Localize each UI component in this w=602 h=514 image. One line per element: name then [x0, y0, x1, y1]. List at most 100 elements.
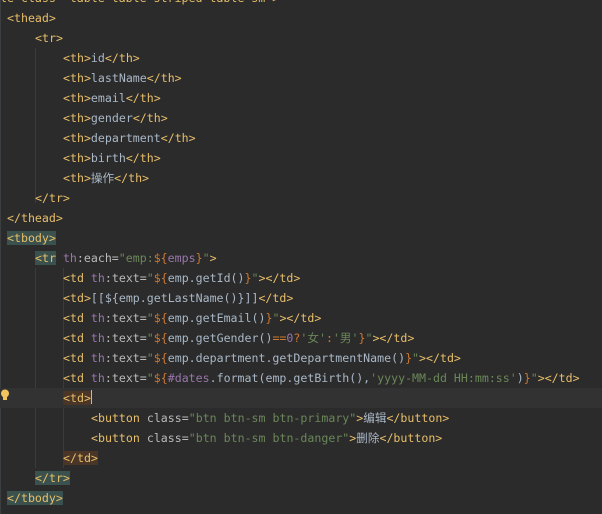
code-line[interactable]: <tr> — [0, 28, 63, 48]
code-token: </thead> — [7, 211, 63, 225]
code-token: " — [146, 271, 154, 285]
code-line[interactable]: <button class="btn btn-sm btn-danger">删除… — [0, 428, 442, 448]
code-token: </th> — [114, 171, 150, 185]
code-token: #dates — [167, 371, 210, 385]
code-token: " — [530, 371, 538, 385]
code-token: ) — [516, 371, 524, 385]
code-token: 'yyyy-MM-dd HH:mm:ss' — [370, 371, 517, 385]
code-token: </th> — [104, 51, 140, 65]
code-token: <tr> — [35, 31, 63, 45]
code-token: class= — [146, 431, 189, 445]
text-caret — [90, 390, 92, 404]
code-token: </button> — [386, 411, 450, 425]
code-line[interactable]: le class="table table-striped table-sm"> — [0, 0, 279, 8]
code-line[interactable]: </tr> — [0, 188, 70, 208]
code-line[interactable]: <td> — [0, 388, 602, 408]
code-token: <th> — [63, 71, 91, 85]
code-line[interactable]: <td th:text="${emp.department.getDepartm… — [0, 348, 461, 368]
code-token: <td> — [63, 291, 91, 305]
code-token: <td — [63, 271, 91, 285]
code-token: th — [90, 371, 105, 385]
lightbulb-icon[interactable] — [0, 389, 10, 401]
code-token: 编辑 — [363, 411, 387, 425]
code-token: th — [90, 271, 105, 285]
code-line[interactable]: <th>gender</th> — [0, 108, 168, 128]
code-token: <button — [91, 411, 147, 425]
code-token: 删除 — [356, 431, 380, 445]
code-token: } — [523, 371, 531, 385]
code-token: .format(emp.getBirth(), — [209, 371, 371, 385]
code-token: "btn btn-sm btn-primary" — [188, 411, 357, 425]
code-line[interactable]: </tr> — [0, 468, 70, 488]
code-token: :each= — [76, 251, 119, 265]
code-token: "btn btn-sm btn-danger" — [188, 431, 350, 445]
code-line[interactable]: <td th:text="${#dates.format(emp.getBirt… — [0, 368, 580, 388]
code-line[interactable]: <th>lastName</th> — [0, 68, 182, 88]
code-token: emp: — [125, 251, 154, 265]
code-token: " — [146, 331, 154, 345]
code-editor[interactable]: le class="table table-striped table-sm">… — [0, 0, 602, 514]
code-line[interactable]: <th>id</th> — [0, 48, 140, 68]
code-token: </td> — [63, 451, 98, 465]
code-token: emp.getGender() — [167, 331, 273, 345]
code-line[interactable]: <th>department</th> — [0, 128, 196, 148]
code-line[interactable]: <td th:text="${emp.getEmail()}"></td> — [0, 308, 321, 328]
code-line[interactable]: </td> — [0, 448, 98, 468]
code-token: <tbody> — [7, 231, 56, 245]
code-token: " — [118, 251, 126, 265]
code-token: <td — [63, 331, 91, 345]
code-token: } — [195, 251, 203, 265]
code-token: </tbody> — [7, 491, 63, 505]
code-token: " — [412, 351, 420, 365]
code-line[interactable]: <thead> — [0, 8, 56, 28]
code-line[interactable]: <button class="btn btn-sm btn-primary">编… — [0, 408, 449, 428]
code-token: th — [90, 331, 105, 345]
code-token: </tr> — [35, 191, 70, 205]
code-line[interactable]: <td>[[${emp.getLastName()}]]</td> — [0, 288, 293, 308]
code-token: :text= — [104, 331, 147, 345]
code-token: '男' — [332, 331, 359, 345]
code-token: th — [90, 351, 105, 365]
code-line[interactable]: <th>操作</th> — [0, 168, 149, 188]
code-token: " — [146, 371, 154, 385]
code-token: :text= — [104, 311, 147, 325]
code-token: ></td> — [537, 371, 580, 385]
code-token: emp.getId() — [167, 271, 245, 285]
code-token: <th> — [63, 131, 91, 145]
code-token: " — [202, 251, 210, 265]
code-token: ${ — [153, 271, 168, 285]
code-line[interactable]: <th>email</th> — [0, 88, 161, 108]
code-token: emps — [167, 251, 196, 265]
code-token: th — [90, 311, 105, 325]
code-line[interactable]: <th>birth</th> — [0, 148, 161, 168]
code-token: > — [209, 251, 217, 265]
code-line[interactable]: <td th:text="${emp.getGender()==0?'女':'男… — [0, 328, 414, 348]
code-token: ></td> — [372, 331, 415, 345]
code-token: :text= — [104, 371, 147, 385]
code-token: <td — [63, 371, 91, 385]
code-token: <td> — [63, 391, 91, 405]
code-token: " — [146, 351, 154, 365]
code-line[interactable]: </tbody> — [0, 488, 63, 508]
code-token: <td — [63, 311, 91, 325]
code-line[interactable]: <tbody> — [0, 228, 56, 248]
code-token: class= — [146, 411, 189, 425]
code-token: </tr> — [35, 471, 70, 485]
code-token: ${ — [153, 311, 168, 325]
code-token: </th> — [132, 111, 168, 125]
code-token: : — [325, 331, 333, 345]
code-token: <thead> — [7, 11, 56, 25]
code-token: } — [405, 351, 413, 365]
code-token: </th> — [146, 71, 182, 85]
code-token: </th> — [125, 91, 161, 105]
code-line[interactable]: <td th:text="${emp.getId()}"></td> — [0, 268, 300, 288]
code-token: ${ — [153, 251, 168, 265]
code-token: ></td> — [258, 271, 301, 285]
code-token: <th> — [63, 111, 91, 125]
code-token: <tr — [35, 251, 56, 265]
code-token: ${ — [153, 371, 168, 385]
code-line[interactable]: <tr th:each="emp:${emps}"> — [0, 248, 217, 268]
code-line[interactable]: </thead> — [0, 208, 63, 228]
code-token: id — [90, 51, 105, 65]
